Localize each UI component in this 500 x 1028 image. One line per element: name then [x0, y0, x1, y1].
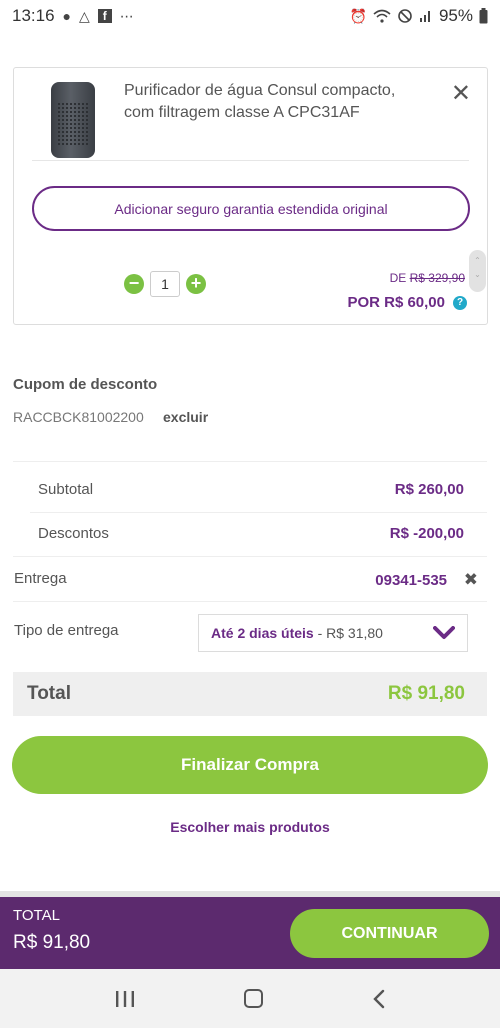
divider [13, 461, 487, 462]
nav-home-icon[interactable] [244, 989, 264, 1008]
original-price-prefix: DE [389, 271, 407, 285]
help-icon[interactable]: ? [453, 295, 467, 310]
subtotal-label: Subtotal [38, 481, 94, 498]
delivery-type-select[interactable]: Até 2 dias úteis - R$ 31,80 [198, 614, 468, 652]
product-name[interactable]: Purificador de água Consul compacto, com… [124, 80, 424, 124]
status-bar: 13:16 ● △ f ⋯ ⏰ 95% [0, 0, 500, 32]
alarm-icon: ⏰ [349, 7, 367, 24]
more-notifications-icon: ⋯ [119, 7, 134, 24]
bottom-total-value: R$ 91,80 [13, 932, 91, 953]
cart-item-card: Purificador de água Consul compacto, com… [13, 67, 488, 325]
divider [13, 601, 487, 602]
no-signal-icon [398, 9, 412, 23]
coupon-title: Cupom de desconto [13, 376, 158, 393]
delivery-type-label: Tipo de entrega [14, 622, 119, 639]
total-label: Total [27, 683, 71, 704]
subtotal-value: R$ 260,00 [394, 481, 464, 498]
total-bar: Total R$ 91,80 [13, 672, 487, 716]
discounts-value: R$ -200,00 [389, 525, 464, 542]
quantity-decrease-button[interactable]: − [124, 274, 144, 294]
current-price-value: POR R$ 60,00 [347, 294, 445, 311]
original-price: DE R$ 329,90 [390, 271, 465, 285]
delivery-label: Entrega [14, 570, 67, 587]
delivery-zipcode[interactable]: 09341-535 [375, 572, 447, 589]
coupon-code: RACCBCK81002200 [13, 409, 144, 425]
current-price: POR R$ 60,00 ? [347, 294, 467, 311]
continue-button[interactable]: CONTINUAR [290, 909, 489, 958]
divider [30, 512, 487, 513]
quantity-increase-button[interactable]: + [186, 274, 206, 294]
wifi-icon [373, 9, 391, 23]
finalize-purchase-button[interactable]: Finalizar Compra [12, 736, 488, 794]
battery-level: 95% [438, 6, 473, 25]
delivery-option-speed: Até 2 dias úteis [211, 625, 314, 641]
system-nav-bar [0, 969, 500, 1028]
remove-coupon-link[interactable]: excluir [163, 409, 208, 425]
close-icon[interactable]: ✕ [451, 82, 471, 106]
quantity-input[interactable]: 1 [150, 271, 180, 297]
nav-recents-icon[interactable] [114, 990, 136, 1008]
add-warranty-button[interactable]: Adicionar seguro garantia estendida orig… [32, 186, 470, 231]
facebook-icon: f [97, 9, 112, 23]
card-divider [32, 160, 469, 161]
discounts-label: Descontos [38, 525, 109, 542]
drop-icon: ● [62, 8, 72, 24]
battery-icon [479, 8, 488, 24]
clear-zipcode-icon[interactable]: ✖ [464, 570, 478, 590]
quantity-stepper: − 1 + [124, 271, 206, 297]
app-notification-icon: △ [79, 7, 90, 24]
divider [13, 556, 487, 557]
status-time: 13:16 [12, 6, 55, 25]
nav-back-icon[interactable] [372, 989, 386, 1009]
delivery-option-price: - R$ 31,80 [313, 625, 383, 641]
scroll-handle[interactable]: ⌃ ⌄ [469, 250, 486, 292]
chevron-down-icon [433, 626, 455, 639]
signal-icon [419, 11, 430, 22]
bottom-checkout-bar: TOTAL R$ 91,80 CONTINUAR [0, 897, 500, 969]
choose-more-products-link[interactable]: Escolher mais produtos [0, 819, 500, 835]
product-image[interactable] [51, 82, 95, 158]
bottom-total-label: TOTAL [13, 907, 60, 924]
total-value: R$ 91,80 [387, 683, 465, 704]
original-price-value: R$ 329,90 [409, 271, 465, 285]
